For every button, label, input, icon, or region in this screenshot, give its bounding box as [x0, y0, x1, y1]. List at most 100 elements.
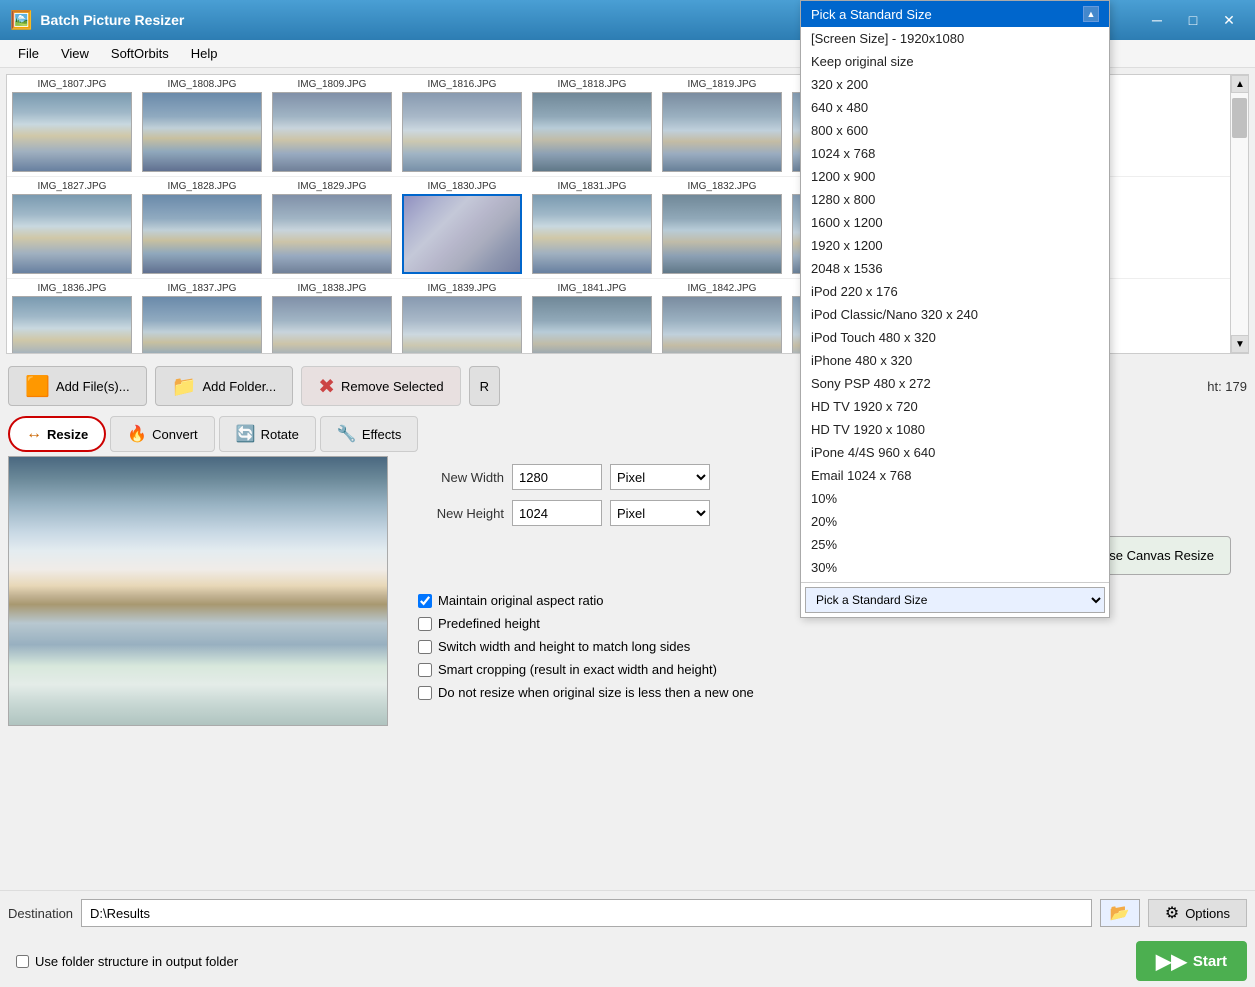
list-item[interactable]: IMG_...	[787, 75, 917, 176]
tab-effects[interactable]: 🔧 Effects	[320, 416, 418, 452]
folder-structure-label: Use folder structure in output folder	[35, 954, 238, 969]
thumbnail	[142, 92, 262, 172]
list-item[interactable]: IMG_...	[787, 177, 917, 278]
thumbnail	[532, 194, 652, 274]
list-item[interactable]: IMG_1828.JPG	[137, 177, 267, 278]
list-item[interactable]: IMG_1819.JPG	[657, 75, 787, 176]
minimize-button[interactable]: ─	[1141, 6, 1173, 34]
app-icon: 🖼️	[10, 10, 32, 31]
count-label: ht: 179	[1207, 379, 1247, 394]
switch-wh-checkbox[interactable]	[418, 640, 432, 654]
tabs-area: ↔ Resize 🔥 Convert 🔄 Rotate 🔧 Effects	[0, 412, 1255, 456]
more-icon: R	[480, 379, 489, 394]
content-area: New Width Pixel % cm inch New Height Pix…	[0, 456, 1255, 890]
list-item[interactable]: IMG_1836.JPG	[7, 279, 137, 353]
width-unit-select[interactable]: Pixel % cm inch	[610, 464, 710, 490]
no-resize-label: Do not resize when original size is less…	[438, 685, 754, 700]
list-item[interactable]: IMG_1832.JPG	[657, 177, 787, 278]
menu-file[interactable]: File	[8, 42, 49, 65]
gear-icon: ⚙	[1165, 903, 1179, 923]
options-button[interactable]: ⚙ Options	[1148, 899, 1247, 927]
browse-button[interactable]: 📂	[1100, 899, 1140, 927]
height-unit-select[interactable]: Pixel % cm inch	[610, 500, 710, 526]
new-height-input[interactable]	[512, 500, 602, 526]
list-item[interactable]: IMG_1816.JPG	[397, 75, 527, 176]
switch-wh-row: Switch width and height to match long si…	[414, 639, 1231, 654]
predefined-height-checkbox[interactable]	[418, 617, 432, 631]
list-item[interactable]: IMG_1842.JPG	[657, 279, 787, 353]
list-item[interactable]: IMG_1831.JPG	[527, 177, 657, 278]
menu-view[interactable]: View	[51, 42, 99, 65]
canvas-resize-button[interactable]: 🖼 Use Canvas Resize	[1054, 536, 1231, 575]
thumbnail	[12, 296, 132, 353]
thumbnail	[792, 296, 912, 353]
thumbnail	[12, 92, 132, 172]
thumbnail	[662, 194, 782, 274]
list-item[interactable]: IMG_1830.JPG	[397, 177, 527, 278]
list-item[interactable]: IMG_1807.JPG	[7, 75, 137, 176]
tab-resize[interactable]: ↔ Resize	[8, 416, 106, 452]
list-item[interactable]: IMG_1808.JPG	[137, 75, 267, 176]
resize-icon: ↔	[26, 425, 42, 443]
scrollbar-thumb[interactable]	[1232, 98, 1247, 138]
add-files-icon: 🟧	[25, 374, 50, 399]
no-resize-checkbox[interactable]	[418, 686, 432, 700]
thumbnail	[12, 194, 132, 274]
maximize-button[interactable]: □	[1177, 6, 1209, 34]
smart-crop-row: Smart cropping (result in exact width an…	[414, 662, 1231, 677]
maintain-aspect-checkbox[interactable]	[418, 594, 432, 608]
menu-bar: File View SoftOrbits Help	[0, 40, 1255, 68]
thumbnail	[402, 296, 522, 353]
scroll-down-button[interactable]: ▼	[1231, 335, 1249, 353]
menu-softorbits[interactable]: SoftOrbits	[101, 42, 179, 65]
scroll-up-button[interactable]: ▲	[1231, 75, 1249, 93]
list-item[interactable]: IMG_1809.JPG	[267, 75, 397, 176]
folder-open-icon: 📂	[1110, 903, 1130, 923]
destination-input[interactable]	[81, 899, 1092, 927]
gallery-row-2: IMG_1827.JPG IMG_1828.JPG IMG_1829.JPG I…	[7, 177, 1248, 279]
gallery-row-3: IMG_1836.JPG IMG_1837.JPG IMG_1838.JPG I…	[7, 279, 1248, 353]
maintain-aspect-row: Maintain original aspect ratio	[414, 593, 1231, 608]
thumbnail	[142, 296, 262, 353]
main-container: IMG_1807.JPG IMG_1808.JPG IMG_1809.JPG I…	[0, 68, 1255, 987]
new-width-input[interactable]	[512, 464, 602, 490]
gallery-row-1: IMG_1807.JPG IMG_1808.JPG IMG_1809.JPG I…	[7, 75, 1248, 177]
list-item[interactable]: IMG_1827.JPG	[7, 177, 137, 278]
remove-icon: ✖	[318, 374, 335, 399]
start-button[interactable]: ▶▶ Start	[1136, 941, 1247, 981]
list-item[interactable]: IMG_1841.JPG	[527, 279, 657, 353]
add-files-button[interactable]: 🟧 Add File(s)...	[8, 366, 147, 406]
thumbnail	[662, 296, 782, 353]
maintain-aspect-label: Maintain original aspect ratio	[438, 593, 603, 608]
list-item[interactable]: IMG_1838.JPG	[267, 279, 397, 353]
add-folder-button[interactable]: 📁 Add Folder...	[155, 366, 294, 406]
scrollbar-track	[1231, 93, 1248, 335]
remove-selected-button[interactable]: ✖ Remove Selected	[301, 366, 460, 406]
thumbnail	[402, 92, 522, 172]
list-item[interactable]: IMG_1818.JPG	[527, 75, 657, 176]
tab-rotate[interactable]: 🔄 Rotate	[219, 416, 316, 452]
switch-wh-label: Switch width and height to match long si…	[438, 639, 690, 654]
bottom-section: Destination 📂 ⚙ Options Use folder struc…	[0, 890, 1255, 987]
predefined-height-row: Predefined height	[414, 616, 1231, 631]
toolbar: 🟧 Add File(s)... 📁 Add Folder... ✖ Remov…	[0, 360, 1255, 412]
list-item[interactable]: IMG_1837.JPG	[137, 279, 267, 353]
smart-crop-checkbox[interactable]	[418, 663, 432, 677]
list-item[interactable]: IMG_1839.JPG	[397, 279, 527, 353]
list-item[interactable]: IMG_1829.JPG	[267, 177, 397, 278]
preview-panel	[8, 456, 398, 890]
destination-bar: Destination 📂 ⚙ Options	[0, 890, 1255, 935]
smart-crop-label: Smart cropping (result in exact width an…	[438, 662, 717, 677]
folder-icon: 📁	[172, 374, 197, 399]
height-row: New Height Pixel % cm inch	[414, 500, 1231, 526]
canvas-icon: 🖼	[1071, 545, 1094, 566]
more-button[interactable]: R	[469, 366, 500, 406]
convert-icon: 🔥	[127, 424, 147, 444]
tab-convert[interactable]: 🔥 Convert	[110, 416, 214, 452]
menu-help[interactable]: Help	[181, 42, 228, 65]
thumbnail	[792, 92, 912, 172]
folder-structure-checkbox[interactable]	[16, 955, 29, 968]
close-button[interactable]: ✕	[1213, 6, 1245, 34]
list-item[interactable]: IMG_...	[787, 279, 917, 353]
gallery-scrollbar: ▲ ▼	[1230, 75, 1248, 353]
